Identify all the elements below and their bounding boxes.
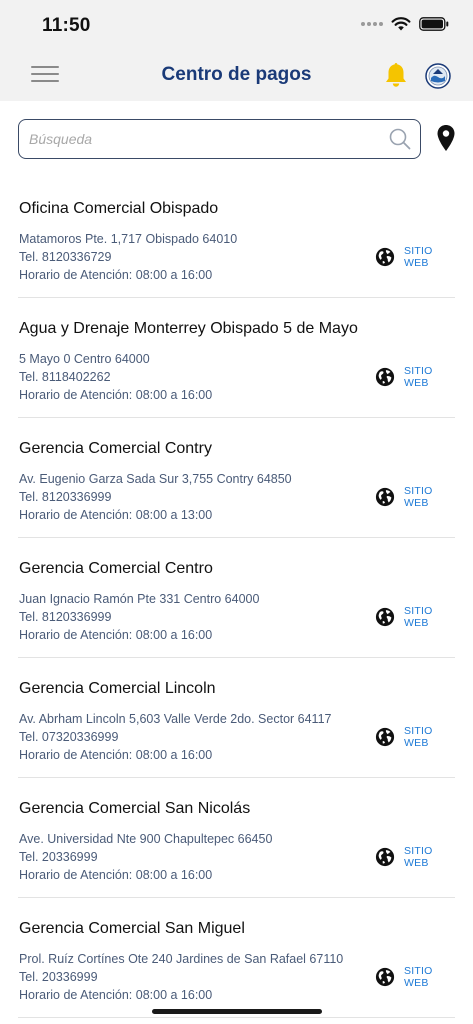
office-hours: Horario de Atención: 08:00 a 16:00: [19, 628, 213, 642]
globe-icon: [375, 847, 395, 867]
globe-icon: [375, 247, 395, 267]
website-link[interactable]: SITIO WEB: [375, 725, 455, 749]
office-phone: Tel. 07320336999: [19, 730, 119, 744]
office-hours: Horario de Atención: 08:00 a 16:00: [19, 868, 213, 882]
office-name: Agua y Drenaje Monterrey Obispado 5 de M…: [19, 320, 358, 337]
status-time: 11:50: [42, 15, 91, 36]
office-address: 5 Mayo 0 Centro 64000: [19, 352, 150, 366]
globe-icon: [375, 487, 395, 507]
office-name: Gerencia Comercial San Miguel: [19, 920, 245, 937]
list-item[interactable]: Gerencia Comercial San Nicolás Ave. Univ…: [18, 778, 455, 898]
website-link-label: SITIO WEB: [404, 245, 433, 269]
website-link[interactable]: SITIO WEB: [375, 845, 455, 869]
list-item[interactable]: Gerencia Comercial San Miguel Prol. Ruíz…: [18, 898, 455, 1018]
office-hours: Horario de Atención: 08:00 a 16:00: [19, 268, 213, 282]
office-address: Av. Abrham Lincoln 5,603 Valle Verde 2do…: [19, 712, 332, 726]
office-address: Matamoros Pte. 1,717 Obispado 64010: [19, 232, 238, 246]
globe-icon: [375, 607, 395, 627]
office-hours: Horario de Atención: 08:00 a 16:00: [19, 748, 213, 762]
office-phone: Tel. 20336999: [19, 850, 98, 864]
location-pin-icon[interactable]: [436, 124, 456, 152]
status-icons: [361, 16, 449, 32]
list-item[interactable]: Gerencia Comercial Lincoln Av. Abrham Li…: [18, 658, 455, 778]
office-address: Av. Eugenio Garza Sada Sur 3,755 Contry …: [19, 472, 292, 486]
search-icon[interactable]: [388, 127, 412, 151]
list-item[interactable]: Gerencia Comercial Centro Juan Ignacio R…: [18, 538, 455, 658]
website-link[interactable]: SITIO WEB: [375, 605, 455, 629]
bell-icon[interactable]: [383, 61, 409, 89]
office-name: Gerencia Comercial San Nicolás: [19, 800, 251, 817]
office-phone: Tel. 8118402262: [19, 370, 111, 384]
office-name: Gerencia Comercial Lincoln: [19, 680, 216, 697]
office-name: Gerencia Comercial Centro: [19, 560, 213, 577]
search-input[interactable]: [29, 120, 384, 157]
home-indicator: [152, 1009, 322, 1014]
globe-icon: [375, 727, 395, 747]
office-phone: Tel. 20336999: [19, 970, 98, 984]
website-link-label: SITIO WEB: [404, 605, 433, 629]
globe-icon: [375, 367, 395, 387]
battery-icon: [419, 17, 449, 31]
office-name: Gerencia Comercial Contry: [19, 440, 212, 457]
search-box: [18, 119, 421, 159]
status-bar: 11:50: [0, 0, 473, 50]
website-link-label: SITIO WEB: [404, 965, 433, 989]
website-link[interactable]: SITIO WEB: [375, 245, 455, 269]
office-hours: Horario de Atención: 08:00 a 13:00: [19, 508, 213, 522]
office-phone: Tel. 8120336999: [19, 490, 112, 504]
office-hours: Horario de Atención: 08:00 a 16:00: [19, 988, 213, 1002]
website-link-label: SITIO WEB: [404, 365, 433, 389]
wifi-icon: [391, 17, 411, 31]
office-phone: Tel. 8120336729: [19, 250, 112, 264]
office-address: Juan Ignacio Ramón Pte 331 Centro 64000: [19, 592, 260, 606]
navigation-bar: Centro de pagos: [0, 50, 473, 101]
office-list: Oficina Comercial Obispado Matamoros Pte…: [0, 178, 473, 1018]
website-link-label: SITIO WEB: [404, 845, 433, 869]
website-link[interactable]: SITIO WEB: [375, 365, 455, 389]
list-item[interactable]: Gerencia Comercial Contry Av. Eugenio Ga…: [18, 418, 455, 538]
office-name: Oficina Comercial Obispado: [19, 200, 219, 217]
website-link[interactable]: SITIO WEB: [375, 965, 455, 989]
office-address: Ave. Universidad Nte 900 Chapultepec 664…: [19, 832, 273, 846]
website-link-label: SITIO WEB: [404, 725, 433, 749]
globe-icon: [375, 967, 395, 987]
website-link-label: SITIO WEB: [404, 485, 433, 509]
cellular-signal-icon: [361, 22, 383, 26]
list-item[interactable]: Agua y Drenaje Monterrey Obispado 5 de M…: [18, 298, 455, 418]
agua-drenaje-logo-icon: [425, 63, 451, 89]
office-hours: Horario de Atención: 08:00 a 16:00: [19, 388, 213, 402]
office-address: Prol. Ruíz Cortínes Ote 240 Jardines de …: [19, 952, 344, 966]
list-item[interactable]: Oficina Comercial Obispado Matamoros Pte…: [18, 178, 455, 298]
office-phone: Tel. 8120336999: [19, 610, 112, 624]
website-link[interactable]: SITIO WEB: [375, 485, 455, 509]
